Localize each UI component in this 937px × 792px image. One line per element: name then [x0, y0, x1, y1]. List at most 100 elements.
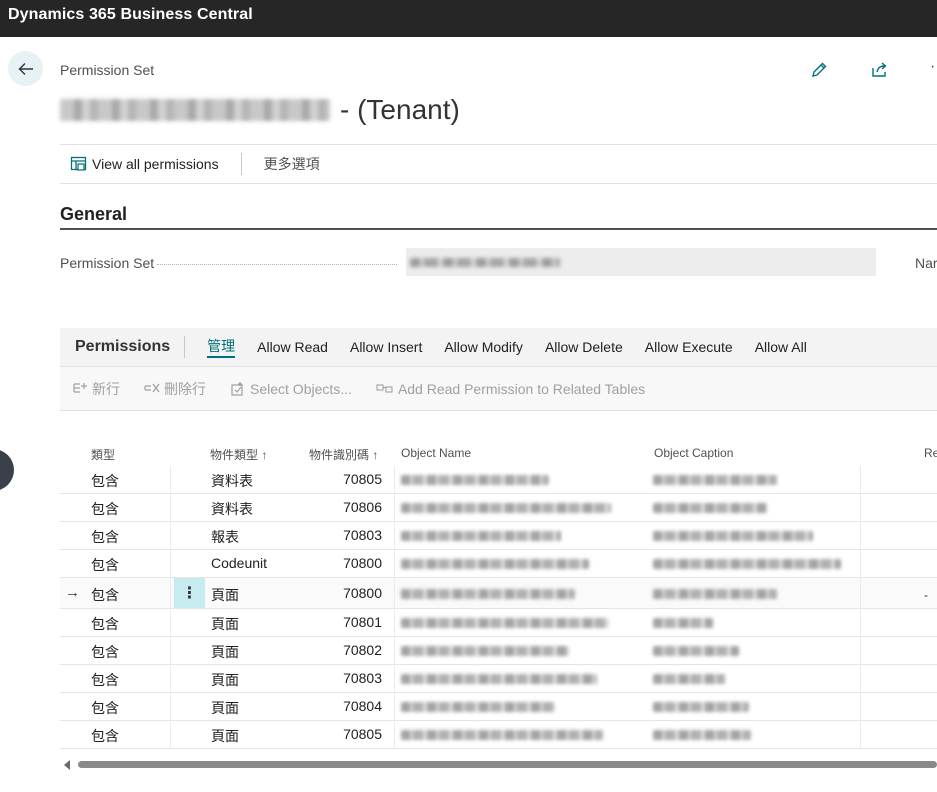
table-row[interactable]: 包含 報表 70803	[60, 522, 937, 550]
cell-object-id[interactable]: 70802	[322, 642, 382, 658]
cell-object-id[interactable]: 70804	[322, 698, 382, 714]
column-header-type[interactable]: 類型	[91, 446, 115, 463]
cell-object-type[interactable]: 頁面	[211, 698, 239, 718]
column-divider	[394, 466, 395, 749]
redacted-object-caption	[653, 559, 841, 569]
cell-object-id[interactable]: 70805	[322, 471, 382, 487]
cell-object-type[interactable]: 資料表	[211, 471, 253, 491]
cell-object-id[interactable]: 70805	[322, 726, 382, 742]
vertical-ellipsis-icon: ⋮	[181, 585, 198, 602]
general-section-title[interactable]: General	[60, 204, 127, 225]
table-row[interactable]: 包含 頁面 70804	[60, 693, 937, 721]
column-header-object-id[interactable]: 物件識別碼 ↑	[309, 446, 378, 463]
cell-type[interactable]: 包含	[91, 555, 119, 575]
cell-object-type[interactable]: 頁面	[211, 614, 239, 634]
cell-object-type[interactable]: 頁面	[211, 642, 239, 662]
page-title-suffix: - (Tenant)	[340, 94, 460, 125]
cell-object-type[interactable]: 頁面	[211, 726, 239, 746]
app-top-bar: Dynamics 365 Business Central	[0, 0, 937, 37]
cell-type[interactable]: 包含	[91, 585, 119, 605]
column-header-object-caption[interactable]: Object Caption	[654, 446, 733, 460]
redacted-object-caption	[653, 589, 777, 599]
redacted-object-name	[401, 702, 555, 712]
select-objects-button[interactable]: Select Objects...	[230, 381, 352, 397]
column-header-object-type[interactable]: 物件類型 ↑	[210, 446, 267, 463]
redacted-object-name	[401, 589, 575, 599]
redacted-title	[60, 99, 330, 121]
select-objects-label: Select Objects...	[250, 380, 352, 397]
column-header-extra[interactable]: Re	[924, 446, 937, 460]
action-separator	[240, 153, 242, 175]
grid-header: 類型 物件類型 ↑ 物件識別碼 ↑ Object Name Object Cap…	[60, 440, 937, 466]
cell-type[interactable]: 包含	[91, 527, 119, 547]
redacted-object-caption	[653, 702, 749, 712]
scroll-left-icon[interactable]	[64, 760, 70, 770]
column-header-object-name[interactable]: Object Name	[401, 446, 471, 460]
scrollbar-thumb[interactable]	[78, 761, 937, 768]
view-all-permissions-label: View all permissions	[92, 156, 219, 172]
cell-type[interactable]: 包含	[91, 614, 119, 634]
tab-manage[interactable]: 管理	[207, 336, 236, 358]
app-title[interactable]: Dynamics 365 Business Central	[8, 6, 253, 24]
share-icon	[872, 62, 887, 77]
tab-allow-delete[interactable]: Allow Delete	[534, 337, 634, 357]
new-line-label: 新行	[92, 380, 120, 397]
edit-button[interactable]	[807, 58, 831, 82]
cell-object-id[interactable]: 70801	[322, 614, 382, 630]
tab-allow-insert[interactable]: Allow Insert	[339, 337, 433, 357]
related-tables-icon	[376, 383, 393, 393]
cell-object-type[interactable]: 頁面	[211, 670, 239, 690]
redacted-object-name	[401, 559, 589, 569]
cell-object-type[interactable]: 報表	[211, 527, 239, 547]
delete-line-button[interactable]: 刪除行	[144, 379, 206, 399]
more-options-button[interactable]: 更多選項	[254, 154, 330, 174]
cell-object-type[interactable]: Codeunit	[211, 555, 267, 571]
current-row-arrow-icon: →	[65, 584, 80, 601]
view-all-permissions-button[interactable]: View all permissions	[60, 145, 229, 183]
table-row[interactable]: 包含 Codeunit 70800	[60, 550, 937, 578]
tab-allow-read[interactable]: Allow Read	[246, 337, 339, 357]
permissions-part-title[interactable]: Permissions	[60, 338, 184, 356]
table-row[interactable]: 包含 資料表 70805	[60, 466, 937, 494]
horizontal-scrollbar[interactable]	[60, 759, 937, 771]
more-header-actions-icon[interactable]: ·	[930, 58, 935, 76]
cell-object-id[interactable]: 70803	[322, 670, 382, 686]
cell-object-type[interactable]: 資料表	[211, 499, 253, 519]
back-button[interactable]	[8, 51, 43, 86]
row-actions-menu-button[interactable]: ⋮	[174, 578, 205, 608]
table-row[interactable]: 包含 頁面 70801	[60, 609, 937, 637]
permission-set-field[interactable]	[406, 248, 876, 276]
side-panel-handle[interactable]	[0, 449, 14, 491]
cell-object-id[interactable]: 70800	[322, 555, 382, 571]
cell-type[interactable]: 包含	[91, 499, 119, 519]
table-row[interactable]: 包含 頁面 70803	[60, 665, 937, 693]
cell-object-id[interactable]: 70803	[322, 527, 382, 543]
cell-type[interactable]: 包含	[91, 726, 119, 746]
cell-type[interactable]: 包含	[91, 471, 119, 491]
arrow-left-icon	[18, 62, 33, 75]
tab-allow-modify[interactable]: Allow Modify	[433, 337, 534, 357]
table-row[interactable]: 包含 頁面 70802	[60, 637, 937, 665]
redacted-object-caption	[653, 475, 777, 485]
cell-type[interactable]: 包含	[91, 642, 119, 662]
table-row-selected[interactable]: → 包含 ⋮ 頁面 70800 -	[60, 578, 937, 609]
column-divider	[860, 466, 861, 749]
delete-line-icon	[144, 383, 160, 392]
redacted-object-name	[401, 674, 597, 684]
redacted-field-value	[410, 257, 560, 267]
cell-type[interactable]: 包含	[91, 698, 119, 718]
cell-object-id[interactable]: 70800	[322, 585, 382, 601]
cell-object-type[interactable]: 頁面	[211, 585, 239, 605]
new-line-button[interactable]: 新行	[72, 379, 120, 399]
share-button[interactable]	[868, 58, 892, 82]
tab-allow-execute[interactable]: Allow Execute	[634, 337, 744, 357]
redacted-object-caption	[653, 646, 739, 656]
cell-type[interactable]: 包含	[91, 670, 119, 690]
add-read-permission-button[interactable]: Add Read Permission to Related Tables	[376, 381, 645, 397]
breadcrumb: Permission Set	[60, 62, 155, 78]
field-leader-dots	[157, 264, 397, 265]
cell-object-id[interactable]: 70806	[322, 499, 382, 515]
table-row[interactable]: 包含 資料表 70806	[60, 494, 937, 522]
table-row[interactable]: 包含 頁面 70805	[60, 721, 937, 749]
tab-allow-all[interactable]: Allow All	[744, 337, 818, 357]
